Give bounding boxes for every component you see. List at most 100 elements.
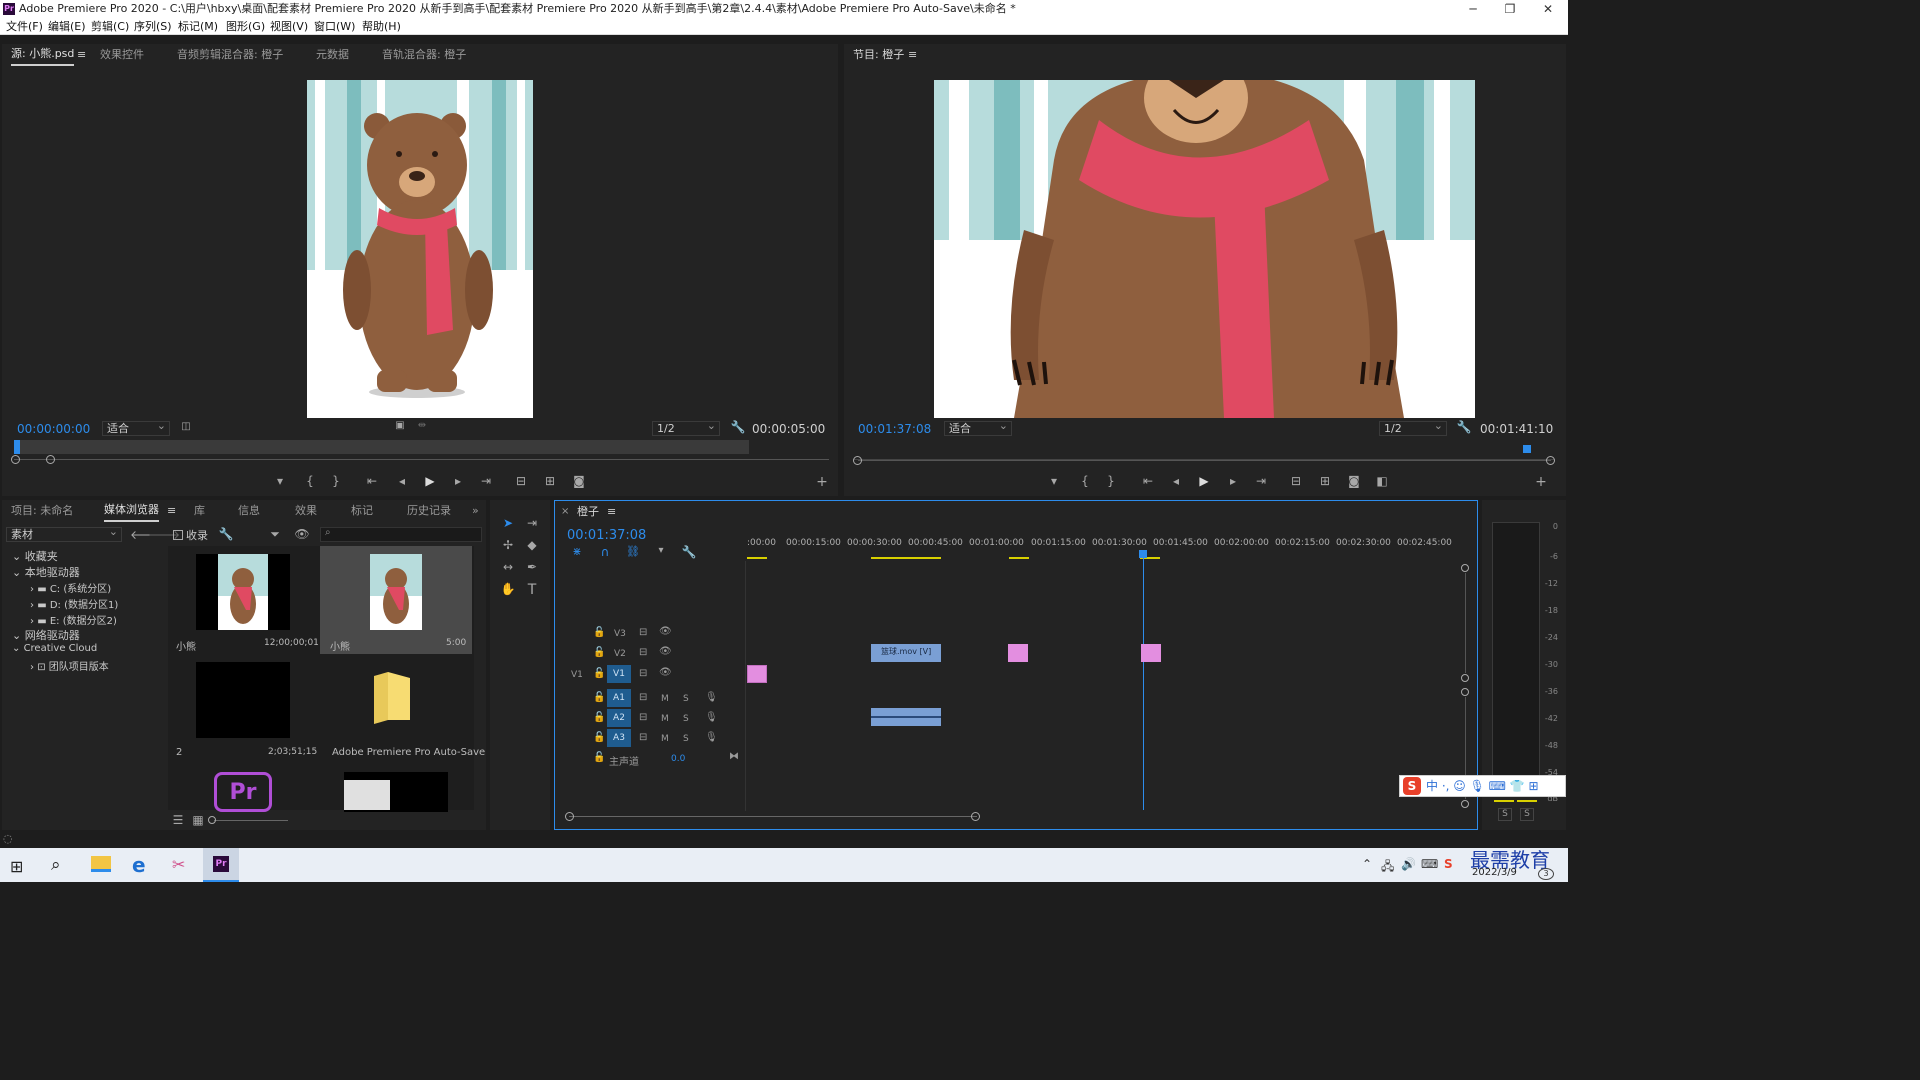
premiere-taskbar-button[interactable]: Pr bbox=[203, 848, 239, 882]
add-marker-icon[interactable]: ▾ bbox=[653, 545, 669, 556]
program-timecode[interactable]: 00:01:37:08 bbox=[858, 422, 931, 436]
ripple-edit-tool-icon[interactable]: ✢ bbox=[500, 538, 516, 552]
program-fit-dropdown[interactable]: 适合 bbox=[944, 419, 1012, 436]
program-zoom-end-handle[interactable] bbox=[1546, 456, 1555, 465]
solo-button[interactable]: S bbox=[683, 694, 689, 704]
tab-history[interactable]: 历史记录 bbox=[407, 500, 451, 522]
sync-lock-icon[interactable]: ⊟ bbox=[639, 712, 647, 723]
program-wrench-icon[interactable]: 🔧 bbox=[1456, 420, 1472, 434]
source-add-button[interactable]: + bbox=[814, 474, 830, 490]
mute-button[interactable]: M bbox=[661, 734, 669, 744]
premiere-project-file-icon[interactable]: Pr bbox=[214, 772, 272, 812]
lock-icon[interactable]: 🔓 bbox=[593, 668, 605, 679]
program-step-forward-icon[interactable]: ▸ bbox=[1225, 474, 1241, 488]
track-select-tool-icon[interactable]: ⇥ bbox=[524, 516, 540, 530]
type-tool-icon[interactable]: T bbox=[524, 582, 540, 598]
tab-program[interactable]: 节目: 橙子 bbox=[853, 44, 904, 66]
program-tab-menu-icon[interactable]: ≡ bbox=[908, 44, 917, 66]
source-zoom-bar[interactable] bbox=[14, 459, 829, 460]
clip-v2-pink-2[interactable] bbox=[1141, 644, 1161, 662]
menu-view[interactable]: 视图(V) bbox=[270, 18, 308, 35]
thumb-6-video[interactable] bbox=[344, 772, 448, 812]
timeline-menu-icon[interactable]: ≡ bbox=[607, 501, 616, 523]
source-tab-menu-icon[interactable]: ≡ bbox=[77, 44, 86, 66]
video-track-scroll-handle[interactable] bbox=[1461, 564, 1469, 572]
program-zoom-start-handle[interactable] bbox=[853, 456, 862, 465]
program-zoom-bar[interactable] bbox=[858, 460, 1551, 461]
tab-markers[interactable]: 标记 bbox=[351, 500, 373, 522]
razor-tool-icon[interactable]: ◆ bbox=[524, 538, 540, 552]
tab-libraries[interactable]: 库 bbox=[194, 500, 205, 522]
program-lift-icon[interactable]: ⊟ bbox=[1288, 474, 1304, 488]
track-v1-target[interactable]: V1 bbox=[607, 665, 631, 683]
media-search-input[interactable]: ⌕ bbox=[320, 527, 482, 542]
program-step-back-icon[interactable]: ◂ bbox=[1168, 474, 1184, 488]
volume-icon[interactable]: 🔊 bbox=[1401, 857, 1416, 871]
tab-effects[interactable]: 效果 bbox=[295, 500, 317, 522]
timeline-ruler[interactable]: :00:00 00:00:15:00 00:00:30:00 00:00:45:… bbox=[747, 535, 1459, 561]
menu-marker[interactable]: 标记(M) bbox=[178, 18, 218, 35]
source-goto-in-icon[interactable]: ⇤ bbox=[364, 474, 380, 488]
hand-tool-icon[interactable]: ✋ bbox=[500, 582, 516, 596]
sync-lock-icon[interactable]: ⊟ bbox=[639, 732, 647, 743]
meter-solo-left-button[interactable]: S bbox=[1498, 808, 1512, 821]
meter-solo-right-button[interactable]: S bbox=[1520, 808, 1534, 821]
source-timecode[interactable]: 00:00:00:00 bbox=[17, 422, 90, 436]
source-zoom-start-handle[interactable] bbox=[11, 455, 20, 464]
sogou-tray-icon[interactable]: S bbox=[1444, 857, 1453, 871]
timeline-settings-wrench-icon[interactable]: 🔧 bbox=[681, 545, 697, 559]
track-a1-target[interactable]: A1 bbox=[607, 689, 631, 707]
tree-favorites[interactable]: ⌄ 收藏夹 bbox=[12, 548, 58, 564]
source-mark-out-icon[interactable]: } bbox=[328, 474, 344, 488]
clip-v1-bear[interactable] bbox=[747, 665, 767, 683]
lock-icon[interactable]: 🔓 bbox=[593, 712, 605, 723]
tree-drive-c[interactable]: › ▬ C: (系统分区) bbox=[30, 580, 111, 595]
nest-toggle-icon[interactable]: ⋇ bbox=[569, 545, 585, 558]
menu-edit[interactable]: 编辑(E) bbox=[48, 18, 86, 35]
sync-lock-icon[interactable]: ⊟ bbox=[639, 668, 647, 679]
clip-a2-basketball-audio[interactable] bbox=[871, 708, 941, 726]
ingest-checkbox[interactable] bbox=[173, 530, 183, 540]
eye-icon[interactable]: 👁 bbox=[659, 646, 672, 657]
lock-icon[interactable]: 🔓 bbox=[593, 732, 605, 743]
tab-info[interactable]: 信息 bbox=[238, 500, 260, 522]
source-resolution-dropdown[interactable]: 1/2 bbox=[652, 419, 720, 436]
sync-lock-icon[interactable]: ⊟ bbox=[639, 627, 647, 638]
tree-drive-e[interactable]: › ▬ E: (数据分区2) bbox=[30, 612, 117, 627]
program-play-icon[interactable]: ▶ bbox=[1196, 474, 1212, 488]
mute-button[interactable]: M bbox=[661, 714, 669, 724]
more-tabs-icon[interactable]: » bbox=[472, 500, 479, 522]
voiceover-mic-icon[interactable]: 🎙 bbox=[705, 692, 718, 703]
source-drag-audio-icon[interactable]: ⇹ bbox=[414, 420, 430, 431]
source-time-ruler[interactable] bbox=[14, 440, 749, 454]
menu-sequence[interactable]: 序列(S) bbox=[134, 18, 172, 35]
media-source-dropdown[interactable]: 素材 bbox=[6, 525, 122, 542]
program-extract-icon[interactable]: ⊞ bbox=[1317, 474, 1333, 488]
timeline-zoom-bar[interactable] bbox=[569, 816, 977, 817]
master-volume-value[interactable]: 0.0 bbox=[671, 754, 685, 764]
track-a2-target[interactable]: A2 bbox=[607, 709, 631, 727]
tray-expand-icon[interactable]: ⌃ bbox=[1362, 857, 1372, 871]
maximize-button[interactable]: ❐ bbox=[1493, 0, 1527, 18]
program-export-frame-icon[interactable]: ◙ bbox=[1346, 474, 1362, 488]
tab-effect-controls[interactable]: 效果控件 bbox=[100, 44, 144, 66]
source-insert-icon[interactable]: ⊟ bbox=[513, 474, 529, 488]
slip-tool-icon[interactable]: ↔ bbox=[500, 560, 516, 574]
snap-magnet-icon[interactable]: ∩ bbox=[597, 545, 613, 559]
source-fit-dropdown[interactable]: 适合 bbox=[102, 419, 170, 436]
track-v2-label[interactable]: V2 bbox=[614, 649, 626, 659]
tab-sequence[interactable]: 橙子 bbox=[577, 501, 599, 523]
eye-icon[interactable]: 👁 bbox=[659, 626, 672, 637]
source-play-icon[interactable]: ▶ bbox=[422, 474, 438, 488]
source-playhead[interactable] bbox=[14, 440, 20, 454]
minimize-button[interactable]: ─ bbox=[1456, 0, 1490, 18]
source-overwrite-icon[interactable]: ⊞ bbox=[542, 474, 558, 488]
source-zoom-end-handle[interactable] bbox=[46, 455, 55, 464]
folder-icon[interactable] bbox=[370, 670, 414, 726]
windows-start-icon[interactable]: ⊞ bbox=[10, 857, 23, 876]
menu-graphics[interactable]: 图形(G) bbox=[226, 18, 265, 35]
clip-v2-basketball[interactable]: 篮球.mov [V] bbox=[871, 644, 941, 662]
ime-toolbar[interactable]: S 中 ·, ☺ 🎙 ⌨ 👕 ⊞ bbox=[1399, 775, 1566, 797]
pen-tool-icon[interactable]: ✒ bbox=[524, 560, 540, 574]
thumb-size-slider-handle[interactable] bbox=[208, 816, 216, 824]
